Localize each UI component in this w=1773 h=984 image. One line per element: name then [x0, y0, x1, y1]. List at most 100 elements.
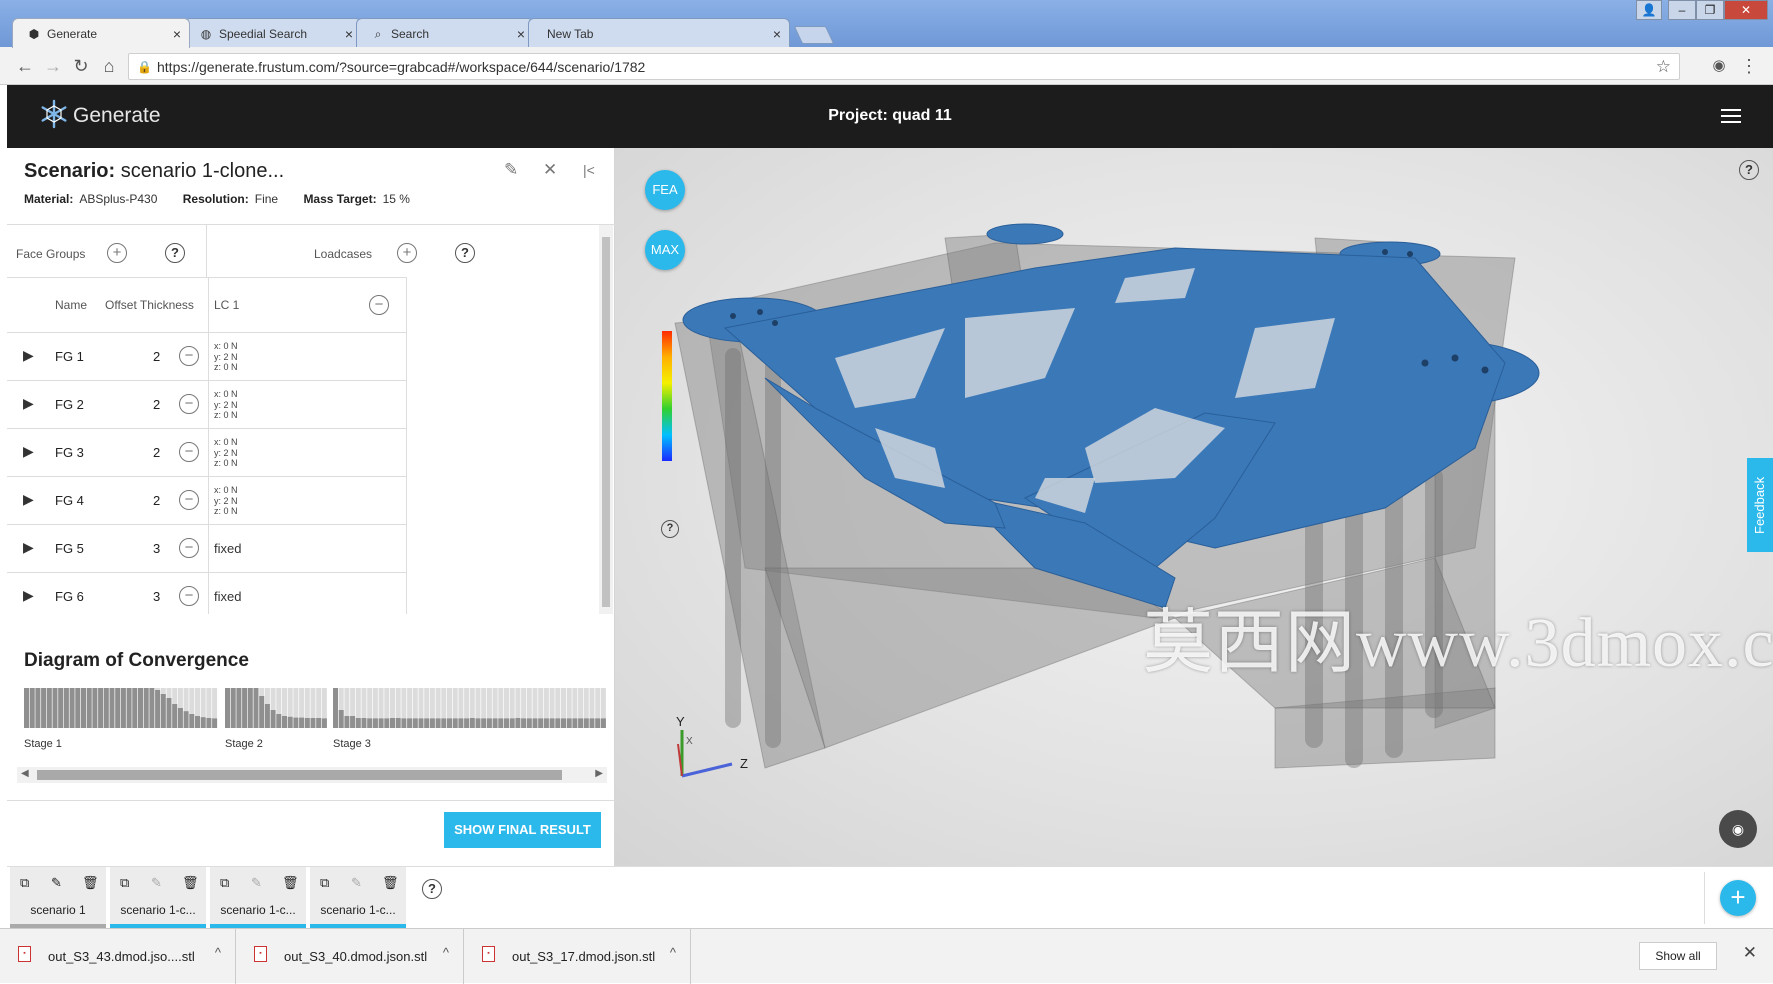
horizontal-scrollbar[interactable]: ◀ ▶ — [17, 767, 607, 783]
scenario-card[interactable]: ⧉ ✎ 🗑 scenario 1-c... — [210, 867, 306, 929]
window-close-button[interactable]: ✕ — [1724, 0, 1768, 20]
show-all-button[interactable]: Show all — [1639, 942, 1717, 970]
trash-icon[interactable]: 🗑 — [382, 875, 399, 891]
viewport-help-icon[interactable]: ? — [1739, 160, 1759, 180]
fixed-label[interactable]: fixed — [214, 541, 241, 556]
add-loadcase-icon[interactable]: + — [397, 243, 417, 263]
edit-pencil-icon[interactable]: ✎ — [251, 875, 262, 891]
copy-icon[interactable]: ⧉ — [20, 875, 29, 891]
fg-thickness[interactable]: 2 — [153, 445, 160, 460]
load-values[interactable]: x: 0 Ny: 2 Nz: 0 N — [214, 389, 238, 421]
scrollbar-thumb[interactable] — [37, 770, 562, 780]
minimize-button[interactable]: – — [1668, 0, 1696, 20]
load-values[interactable]: x: 0 Ny: 2 Nz: 0 N — [214, 341, 238, 373]
close-tab-icon[interactable]: × — [773, 26, 781, 42]
tab-search[interactable]: ⌕ Search × — [356, 18, 534, 48]
tab-new-tab[interactable]: New Tab × — [528, 18, 790, 48]
close-tab-icon[interactable]: × — [517, 26, 525, 42]
close-download-bar-icon[interactable]: ✕ — [1743, 943, 1757, 963]
home-icon[interactable]: ⌂ — [98, 55, 120, 77]
feedback-tab[interactable]: Feedback — [1747, 458, 1773, 552]
help-icon[interactable]: ? — [455, 243, 475, 263]
scroll-left-icon[interactable]: ◀ — [21, 768, 29, 779]
bookmark-star-icon[interactable]: ☆ — [1656, 57, 1671, 77]
add-scenario-button[interactable]: + — [1720, 880, 1756, 916]
fg-thickness[interactable]: 3 — [153, 589, 160, 604]
table-row[interactable]: ▶ FG 5 3 − fixed — [7, 525, 407, 573]
tab-speedial-search[interactable]: ◍ Speedial Search × — [184, 18, 362, 48]
table-row[interactable]: ▶ FG 6 3 − fixed — [7, 573, 407, 614]
copy-icon[interactable]: ⧉ — [220, 875, 229, 891]
remove-face-group-icon[interactable]: − — [179, 394, 199, 414]
remove-face-group-icon[interactable]: − — [179, 346, 199, 366]
expand-arrow-icon[interactable]: ▶ — [23, 491, 34, 508]
edit-pencil-icon[interactable]: ✎ — [351, 875, 362, 891]
help-icon[interactable]: ? — [165, 243, 185, 263]
chevron-up-icon[interactable]: ^ — [670, 945, 676, 960]
fg-thickness[interactable]: 2 — [153, 349, 160, 364]
scenario-card[interactable]: ⧉ ✎ 🗑 scenario 1 — [10, 867, 106, 929]
reload-icon[interactable]: ↻ — [70, 55, 92, 77]
vertical-scrollbar[interactable] — [599, 225, 613, 614]
hamburger-menu-icon[interactable] — [1721, 109, 1741, 123]
expand-arrow-icon[interactable]: ▶ — [23, 395, 34, 412]
scenario-card[interactable]: ⧉ ✎ 🗑 scenario 1-c... — [110, 867, 206, 929]
add-face-group-icon[interactable]: + — [107, 243, 127, 263]
expand-arrow-icon[interactable]: ▶ — [23, 587, 34, 604]
tab-generate[interactable]: ⬢ Generate × — [12, 18, 190, 48]
table-row[interactable]: ▶ FG 4 2 − x: 0 Ny: 2 Nz: 0 N — [7, 477, 407, 525]
trash-icon[interactable]: 🗑 — [182, 875, 199, 891]
collapse-panel-icon[interactable]: |< — [583, 162, 595, 178]
remove-loadcase-icon[interactable]: − — [369, 295, 389, 315]
remove-face-group-icon[interactable]: − — [179, 490, 199, 510]
new-tab-button[interactable] — [793, 26, 835, 44]
chevron-up-icon[interactable]: ^ — [443, 945, 449, 960]
copy-icon[interactable]: ⧉ — [320, 875, 329, 891]
load-values[interactable]: x: 0 Ny: 2 Nz: 0 N — [214, 437, 238, 469]
url-input[interactable]: 🔒 https://generate.frustum.com/?source=g… — [128, 53, 1680, 80]
fg-thickness[interactable]: 2 — [153, 397, 160, 412]
forward-arrow-icon[interactable]: → — [42, 55, 64, 77]
extension-icon[interactable]: ◉ — [1708, 55, 1730, 77]
edit-pencil-icon[interactable]: ✎ — [151, 875, 162, 891]
profile-icon[interactable]: 👤 — [1636, 0, 1662, 20]
expand-arrow-icon[interactable]: ▶ — [23, 347, 34, 364]
trash-icon[interactable]: 🗑 — [282, 875, 299, 891]
close-tab-icon[interactable]: × — [173, 26, 181, 42]
scroll-right-icon[interactable]: ▶ — [595, 768, 603, 779]
trash-icon[interactable]: 🗑 — [82, 875, 99, 891]
load-values[interactable]: x: 0 Ny: 2 Nz: 0 N — [214, 485, 238, 517]
3d-viewport[interactable]: FEA MAX ? ? Feedback ◉ 莫西网www.3dmox.com … — [615, 148, 1773, 866]
fg-thickness[interactable]: 2 — [153, 493, 160, 508]
scenario-card[interactable]: ⧉ ✎ 🗑 scenario 1-c... — [310, 867, 406, 929]
show-final-result-button[interactable]: SHOW FINAL RESULT — [444, 812, 601, 848]
help-icon[interactable]: ? — [422, 879, 442, 899]
edit-pencil-icon[interactable]: ✎ — [51, 875, 62, 891]
table-row[interactable]: ▶ FG 1 2 − x: 0 Ny: 2 Nz: 0 N — [7, 333, 407, 381]
legend-help-icon[interactable]: ? — [661, 520, 679, 538]
remove-face-group-icon[interactable]: − — [179, 538, 199, 558]
fixed-label[interactable]: fixed — [214, 589, 241, 604]
download-item[interactable]: ▪ out_S3_40.dmod.json.stl ^ — [236, 929, 464, 984]
chevron-up-icon[interactable]: ^ — [215, 945, 221, 960]
remove-face-group-icon[interactable]: − — [179, 442, 199, 462]
table-row[interactable]: ▶ FG 3 2 − x: 0 Ny: 2 Nz: 0 N — [7, 429, 407, 477]
remove-face-group-icon[interactable]: − — [179, 586, 199, 606]
close-icon[interactable]: ✕ — [543, 160, 557, 180]
max-button[interactable]: MAX — [645, 230, 685, 270]
expand-arrow-icon[interactable]: ▶ — [23, 539, 34, 556]
maximize-button[interactable]: ❐ — [1696, 0, 1724, 20]
edit-pencil-icon[interactable]: ✎ — [504, 160, 518, 180]
download-item[interactable]: ▪ out_S3_43.dmod.jso....stl ^ — [0, 929, 236, 984]
expand-arrow-icon[interactable]: ▶ — [23, 443, 34, 460]
copy-icon[interactable]: ⧉ — [120, 875, 129, 891]
table-row[interactable]: ▶ FG 2 2 − x: 0 Ny: 2 Nz: 0 N — [7, 381, 407, 429]
fg-thickness[interactable]: 3 — [153, 541, 160, 556]
fea-button[interactable]: FEA — [645, 170, 685, 210]
back-arrow-icon[interactable]: ← — [14, 55, 36, 77]
scrollbar-thumb[interactable] — [602, 237, 610, 607]
chrome-menu-icon[interactable]: ⋮ — [1738, 55, 1760, 77]
download-item[interactable]: ▪ out_S3_17.dmod.json.stl ^ — [464, 929, 691, 984]
close-tab-icon[interactable]: × — [345, 26, 353, 42]
eye-icon[interactable]: ◉ — [1719, 810, 1757, 848]
